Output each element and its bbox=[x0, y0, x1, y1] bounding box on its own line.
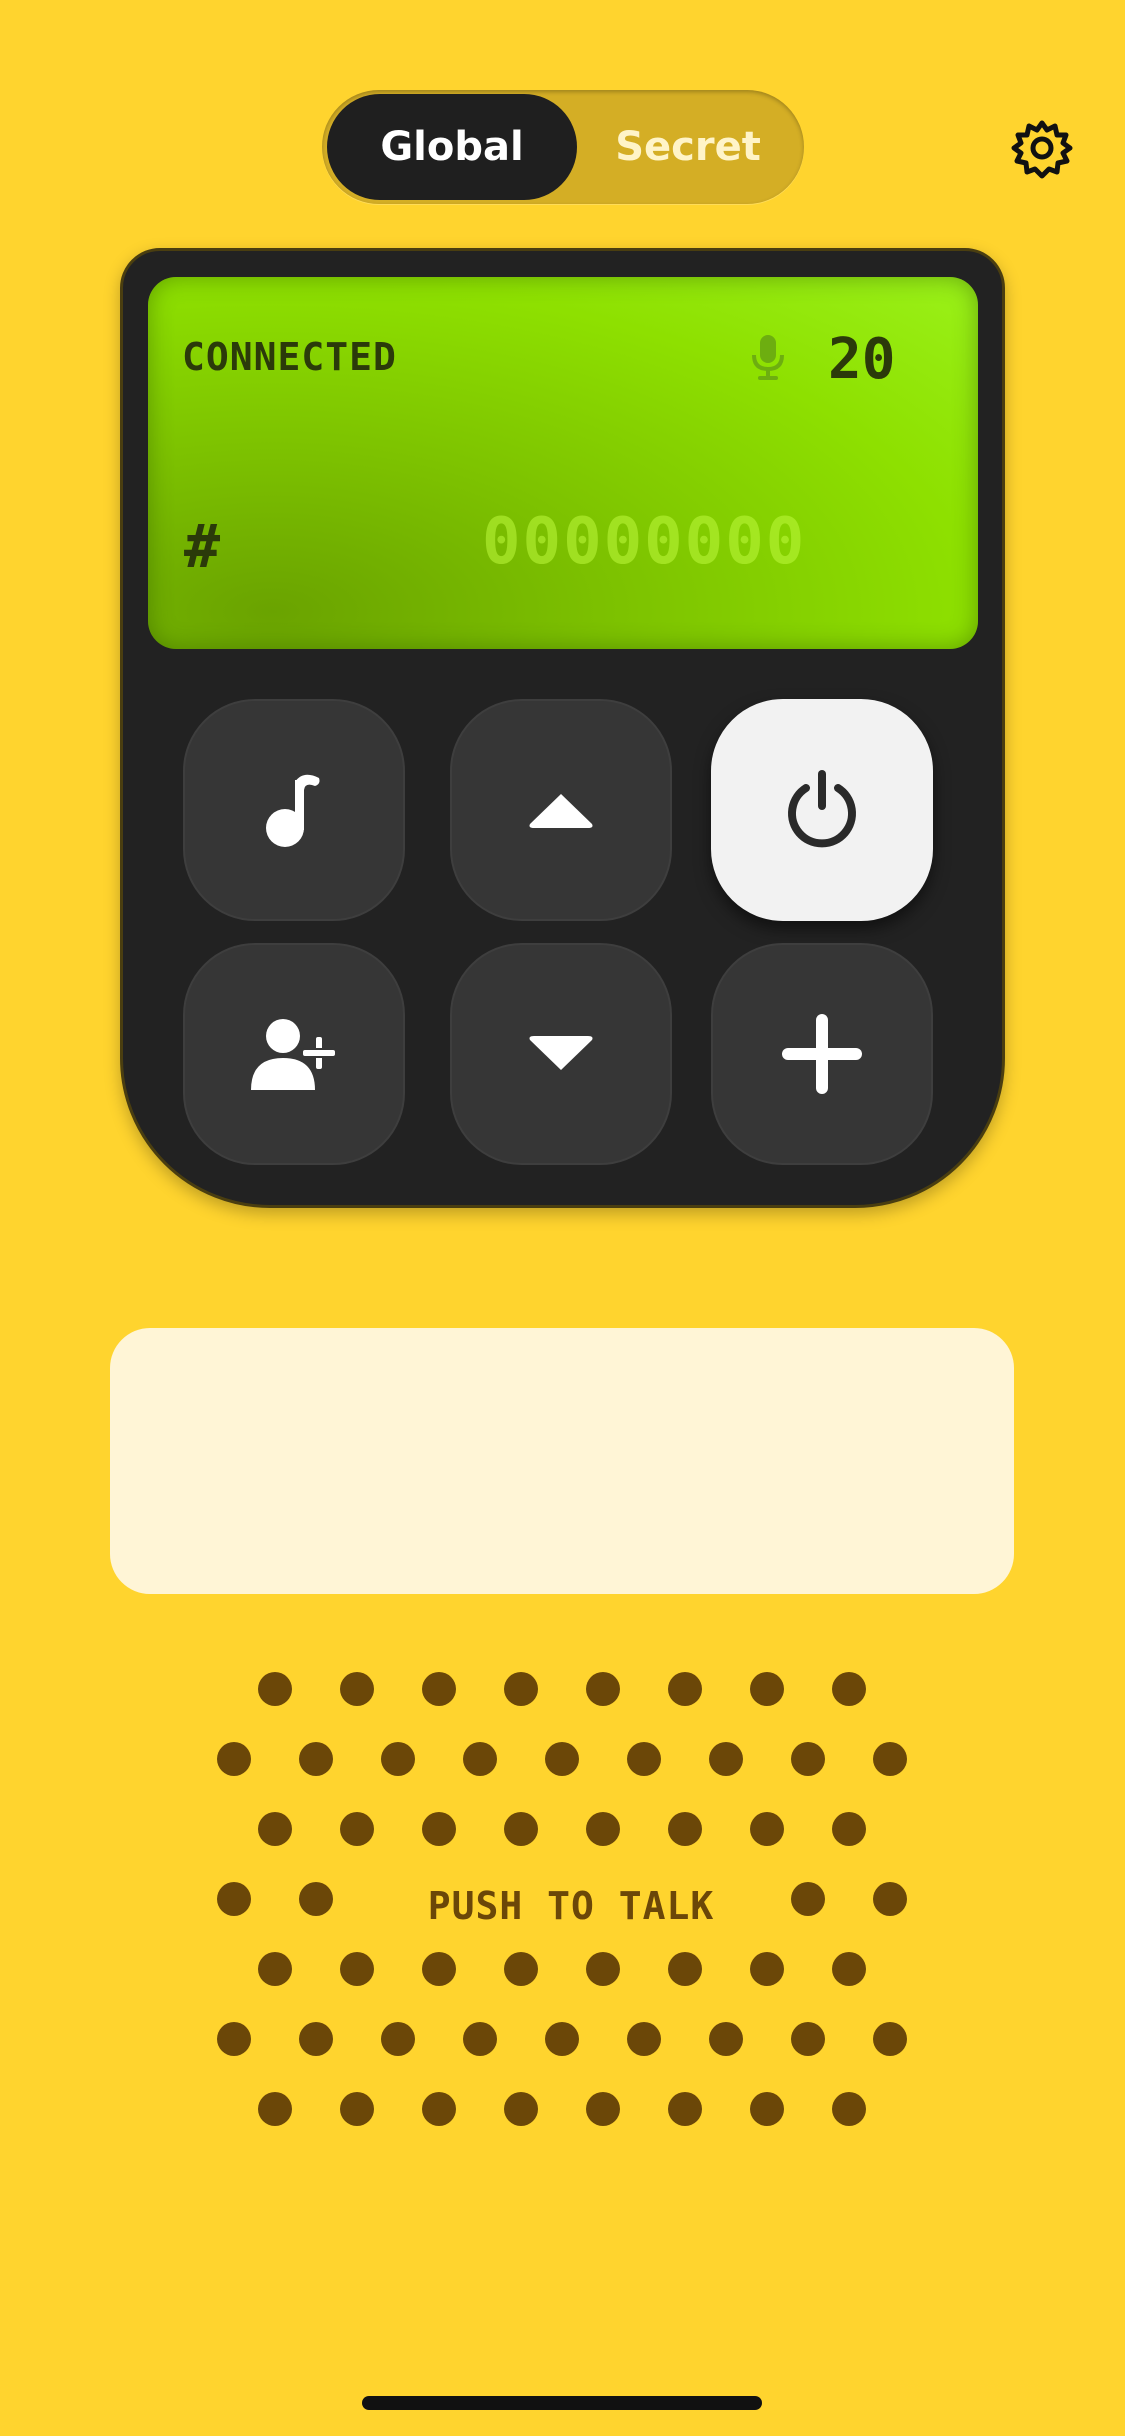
speaker-dot bbox=[750, 1672, 784, 1706]
speaker-dot bbox=[217, 1882, 251, 1916]
speaker-dot bbox=[586, 1812, 620, 1846]
music-note-icon bbox=[266, 774, 320, 847]
add-user-button[interactable] bbox=[183, 943, 405, 1165]
speaker-dot bbox=[217, 2022, 251, 2056]
speaker-dot bbox=[258, 1952, 292, 1986]
speaker-dot bbox=[258, 2092, 292, 2126]
mode-toggle[interactable]: Global Secret bbox=[322, 90, 804, 204]
speaker-dot bbox=[832, 2092, 866, 2126]
speaker-dot bbox=[504, 1672, 538, 1706]
speaker-dot bbox=[709, 1742, 743, 1776]
speaker-dot bbox=[545, 2022, 579, 2056]
push-to-talk-label: PUSH TO TALK bbox=[427, 1884, 715, 1928]
mode-option-global[interactable]: Global bbox=[327, 94, 577, 200]
speaker-dot bbox=[299, 1882, 333, 1916]
speaker-dot bbox=[422, 1812, 456, 1846]
speaker-dot bbox=[832, 1672, 866, 1706]
speaker-dot bbox=[791, 1742, 825, 1776]
speaker-dot bbox=[668, 2092, 702, 2126]
message-box[interactable] bbox=[110, 1328, 1014, 1594]
speaker-dot bbox=[627, 2022, 661, 2056]
speaker-dot bbox=[422, 1952, 456, 1986]
speaker-dot bbox=[504, 1812, 538, 1846]
speaker-dot bbox=[299, 1742, 333, 1776]
lcd-display: CONNECTED 20 # 00000000 bbox=[148, 277, 978, 649]
channel-number: 00000000 bbox=[482, 505, 807, 579]
speaker-dot bbox=[463, 1742, 497, 1776]
settings-button[interactable] bbox=[1005, 112, 1079, 186]
speaker-dot bbox=[586, 1672, 620, 1706]
speaker-dot bbox=[340, 2092, 374, 2126]
speaker-dot bbox=[545, 1742, 579, 1776]
speaker-dot bbox=[422, 1672, 456, 1706]
connection-status: CONNECTED bbox=[182, 335, 397, 379]
speaker-dot bbox=[832, 1812, 866, 1846]
power-button[interactable] bbox=[711, 699, 933, 921]
speaker-dot bbox=[381, 2022, 415, 2056]
arrow-down-icon bbox=[529, 1036, 593, 1070]
speaker-dot bbox=[750, 2092, 784, 2126]
speaker-dot bbox=[258, 1812, 292, 1846]
speaker-dot bbox=[586, 2092, 620, 2126]
speaker-dot bbox=[463, 2022, 497, 2056]
speaker-dot bbox=[791, 2022, 825, 2056]
speaker-dot bbox=[627, 1742, 661, 1776]
speaker-dot bbox=[668, 1672, 702, 1706]
speaker-dot bbox=[299, 2022, 333, 2056]
add-channel-button[interactable] bbox=[711, 943, 933, 1165]
speaker-dot bbox=[873, 1882, 907, 1916]
speaker-dot bbox=[668, 1952, 702, 1986]
channel-down-button[interactable] bbox=[450, 943, 672, 1165]
speaker-dot bbox=[873, 2022, 907, 2056]
walkie-talkie-device: CONNECTED 20 # 00000000 bbox=[120, 248, 1005, 1208]
speaker-dot bbox=[668, 1812, 702, 1846]
arrow-up-icon bbox=[529, 794, 593, 828]
speaker-dot bbox=[381, 1742, 415, 1776]
channel-up-button[interactable] bbox=[450, 699, 672, 921]
speaker-dot bbox=[422, 2092, 456, 2126]
speaker-dot bbox=[750, 1812, 784, 1846]
speaker-dot bbox=[504, 1952, 538, 1986]
mode-option-secret[interactable]: Secret bbox=[577, 94, 799, 200]
speaker-dot bbox=[340, 1812, 374, 1846]
speaker-dot bbox=[709, 2022, 743, 2056]
speaker-dot bbox=[791, 1882, 825, 1916]
home-indicator bbox=[362, 2396, 762, 2410]
music-button[interactable] bbox=[183, 699, 405, 921]
push-to-talk-button[interactable]: PUSH TO TALK bbox=[200, 1672, 920, 2152]
speaker-dot bbox=[340, 1672, 374, 1706]
speaker-dot bbox=[340, 1952, 374, 1986]
gear-icon bbox=[1011, 120, 1073, 179]
power-icon bbox=[788, 770, 856, 848]
user-count: 20 bbox=[828, 327, 896, 392]
speaker-dot bbox=[873, 1742, 907, 1776]
speaker-dot bbox=[832, 1952, 866, 1986]
plus-icon bbox=[782, 1014, 862, 1094]
speaker-dot bbox=[586, 1952, 620, 1986]
channel-prefix: # bbox=[184, 512, 221, 582]
speaker-dot bbox=[504, 2092, 538, 2126]
add-user-icon bbox=[251, 1019, 337, 1090]
speaker-dot bbox=[217, 1742, 251, 1776]
speaker-dot bbox=[750, 1952, 784, 1986]
speaker-dot bbox=[258, 1672, 292, 1706]
microphone-icon bbox=[752, 335, 784, 380]
